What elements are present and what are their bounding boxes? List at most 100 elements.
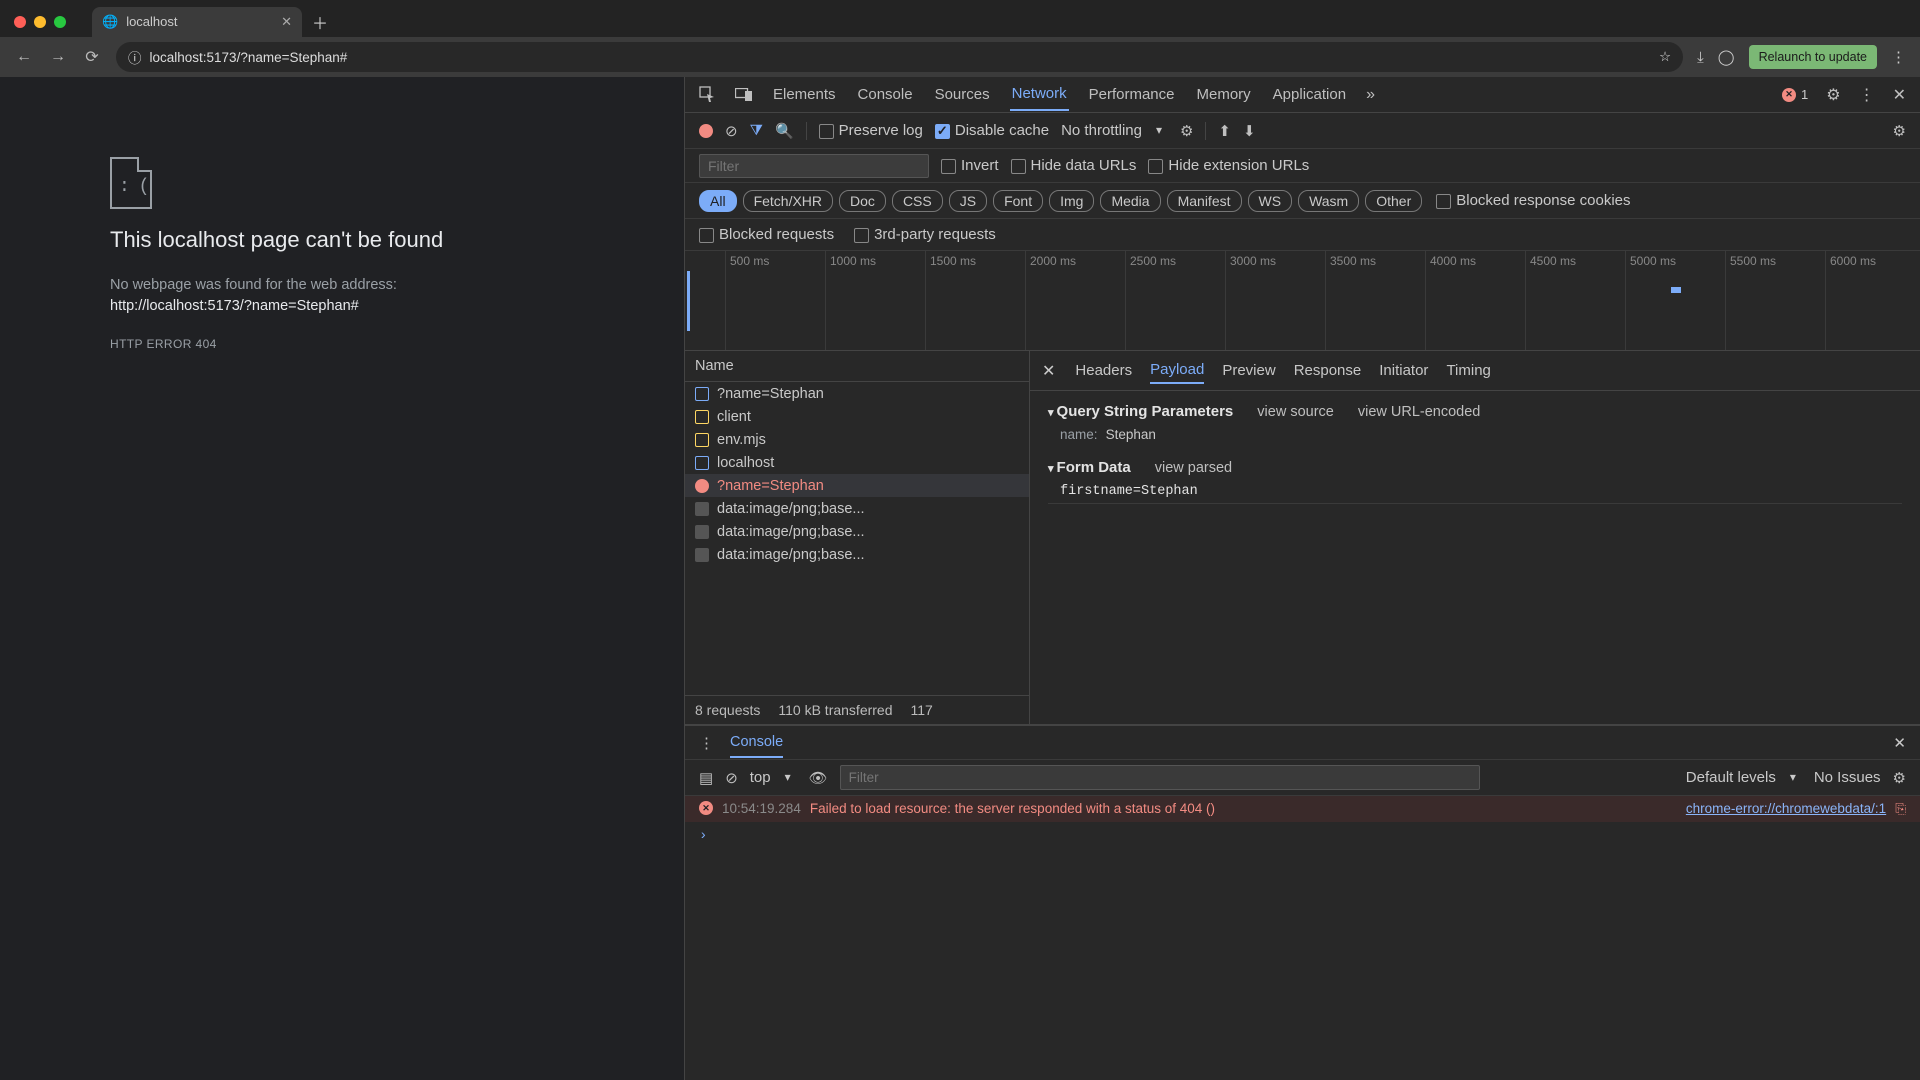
issues-button[interactable]: No Issues xyxy=(1814,769,1881,786)
list-header[interactable]: Name xyxy=(685,351,1029,382)
relaunch-button[interactable]: Relaunch to update xyxy=(1749,45,1877,69)
tab-network[interactable]: Network xyxy=(1010,78,1069,111)
third-party-toggle[interactable]: 3rd-party requests xyxy=(854,226,996,243)
close-tab-icon[interactable]: ✕ xyxy=(281,14,292,30)
new-tab-button[interactable]: ＋ xyxy=(312,10,328,34)
forward-button[interactable]: → xyxy=(48,48,68,66)
invert-toggle[interactable]: Invert xyxy=(941,157,999,174)
error-source-link[interactable]: chrome-error://chromewebdata/:1 xyxy=(1686,801,1886,816)
tab-sources[interactable]: Sources xyxy=(933,79,992,110)
disable-cache-toggle[interactable]: Disable cache xyxy=(935,122,1049,139)
tab-performance[interactable]: Performance xyxy=(1087,79,1177,110)
detail-tab-payload[interactable]: Payload xyxy=(1150,357,1204,384)
type-font[interactable]: Font xyxy=(993,190,1043,212)
request-row[interactable]: data:image/png;base... xyxy=(685,520,1029,543)
request-row[interactable]: env.mjs xyxy=(685,428,1029,451)
context-select[interactable]: top xyxy=(750,769,797,786)
drawer-tab-console[interactable]: Console xyxy=(730,728,783,758)
settings-icon[interactable]: ⚙ xyxy=(1826,85,1840,105)
type-js[interactable]: JS xyxy=(949,190,987,212)
reload-button[interactable]: ⟳ xyxy=(82,47,102,67)
tab-memory[interactable]: Memory xyxy=(1195,79,1253,110)
error-message: No webpage was found for the web address… xyxy=(110,277,397,293)
request-detail: ✕ Headers Payload Preview Response Initi… xyxy=(1030,351,1920,724)
close-detail-icon[interactable]: ✕ xyxy=(1042,361,1055,381)
window-min-btn[interactable] xyxy=(34,16,46,28)
upload-har-icon[interactable]: ⬆ xyxy=(1218,122,1231,140)
view-parsed-link[interactable]: view parsed xyxy=(1155,460,1232,476)
type-fetch[interactable]: Fetch/XHR xyxy=(743,190,833,212)
live-expression-icon[interactable]: 👁 xyxy=(809,769,828,787)
request-row-selected[interactable]: ?name=Stephan xyxy=(685,474,1029,497)
formdata-header[interactable]: Form Data xyxy=(1048,459,1131,476)
close-drawer-icon[interactable]: ✕ xyxy=(1893,734,1906,752)
drawer-kebab-icon[interactable]: ⋮ xyxy=(699,734,714,752)
log-levels-select[interactable]: Default levels xyxy=(1686,769,1802,786)
type-wasm[interactable]: Wasm xyxy=(1298,190,1359,212)
type-ws[interactable]: WS xyxy=(1248,190,1293,212)
kebab-icon[interactable]: ⋮ xyxy=(1859,85,1875,105)
type-doc[interactable]: Doc xyxy=(839,190,886,212)
window-close-btn[interactable] xyxy=(14,16,26,28)
js-icon xyxy=(695,433,709,447)
detail-tab-initiator[interactable]: Initiator xyxy=(1379,358,1428,383)
error-badge[interactable]: 1 xyxy=(1782,87,1808,102)
detail-tab-timing[interactable]: Timing xyxy=(1446,358,1490,383)
menu-icon[interactable]: ⋮ xyxy=(1891,48,1906,66)
record-button[interactable] xyxy=(699,124,713,138)
filter-input[interactable] xyxy=(699,154,929,178)
view-source-link[interactable]: view source xyxy=(1257,404,1334,420)
view-url-encoded-link[interactable]: view URL-encoded xyxy=(1358,404,1481,420)
throttling-select[interactable]: No throttling xyxy=(1061,122,1168,139)
detail-tab-headers[interactable]: Headers xyxy=(1075,358,1132,383)
device-toggle-icon[interactable] xyxy=(735,88,753,102)
console-settings-icon[interactable]: ⚙ xyxy=(1893,769,1906,787)
clear-icon[interactable]: ⊘ xyxy=(725,122,738,140)
network-conditions-icon[interactable]: ⚙ xyxy=(1180,122,1193,140)
address-bar[interactable]: ⓘ localhost:5173/?name=Stephan# ☆ xyxy=(116,42,1683,72)
filter-toggle-icon[interactable]: ⧩ xyxy=(750,122,763,139)
more-tabs-icon[interactable]: » xyxy=(1366,86,1375,104)
type-other[interactable]: Other xyxy=(1365,190,1422,212)
close-devtools-icon[interactable]: ✕ xyxy=(1893,85,1906,105)
type-media[interactable]: Media xyxy=(1100,190,1160,212)
console-prompt[interactable]: › xyxy=(685,822,1920,850)
hide-data-urls-toggle[interactable]: Hide data URLs xyxy=(1011,157,1137,174)
preserve-log-toggle[interactable]: Preserve log xyxy=(819,122,923,139)
window-max-btn[interactable] xyxy=(54,16,66,28)
request-row[interactable]: client xyxy=(685,405,1029,428)
blocked-cookies-toggle[interactable]: Blocked response cookies xyxy=(1436,192,1630,209)
toggle-sidebar-icon[interactable]: ▤ xyxy=(699,769,713,787)
console-filter-input[interactable] xyxy=(840,765,1480,790)
browser-tab[interactable]: 🌐 localhost ✕ xyxy=(92,7,302,37)
detail-tab-response[interactable]: Response xyxy=(1294,358,1362,383)
tab-console[interactable]: Console xyxy=(856,79,915,110)
type-manifest[interactable]: Manifest xyxy=(1167,190,1242,212)
bookmark-icon[interactable]: ☆ xyxy=(1659,49,1671,65)
timeline-overview[interactable]: 500 ms 1000 ms 1500 ms 2000 ms 2500 ms 3… xyxy=(685,251,1920,351)
tab-elements[interactable]: Elements xyxy=(771,79,838,110)
inspect-icon[interactable] xyxy=(699,86,717,104)
blocked-requests-toggle[interactable]: Blocked requests xyxy=(699,226,834,243)
back-button[interactable]: ← xyxy=(14,48,34,66)
copy-icon[interactable]: ⎘ xyxy=(1895,801,1906,817)
request-row[interactable]: localhost xyxy=(685,451,1029,474)
request-row[interactable]: ?name=Stephan xyxy=(685,382,1029,405)
console-error-row[interactable]: 10:54:19.284 Failed to load resource: th… xyxy=(685,796,1920,822)
request-row[interactable]: data:image/png;base... xyxy=(685,543,1029,566)
qsp-header[interactable]: Query String Parameters xyxy=(1048,403,1233,420)
type-all[interactable]: All xyxy=(699,190,737,212)
site-info-icon[interactable]: ⓘ xyxy=(128,47,142,67)
install-icon[interactable]: ⤓ xyxy=(1697,49,1704,66)
tab-application[interactable]: Application xyxy=(1271,79,1348,110)
type-css[interactable]: CSS xyxy=(892,190,943,212)
search-icon[interactable]: 🔍 xyxy=(775,122,794,140)
request-row[interactable]: data:image/png;base... xyxy=(685,497,1029,520)
detail-tab-preview[interactable]: Preview xyxy=(1222,358,1275,383)
download-har-icon[interactable]: ⬇ xyxy=(1243,122,1256,140)
network-settings-icon[interactable]: ⚙ xyxy=(1893,122,1906,140)
profile-icon[interactable]: ◯ xyxy=(1718,48,1735,66)
hide-ext-urls-toggle[interactable]: Hide extension URLs xyxy=(1148,157,1309,174)
clear-console-icon[interactable]: ⊘ xyxy=(725,769,738,787)
type-img[interactable]: Img xyxy=(1049,190,1094,212)
